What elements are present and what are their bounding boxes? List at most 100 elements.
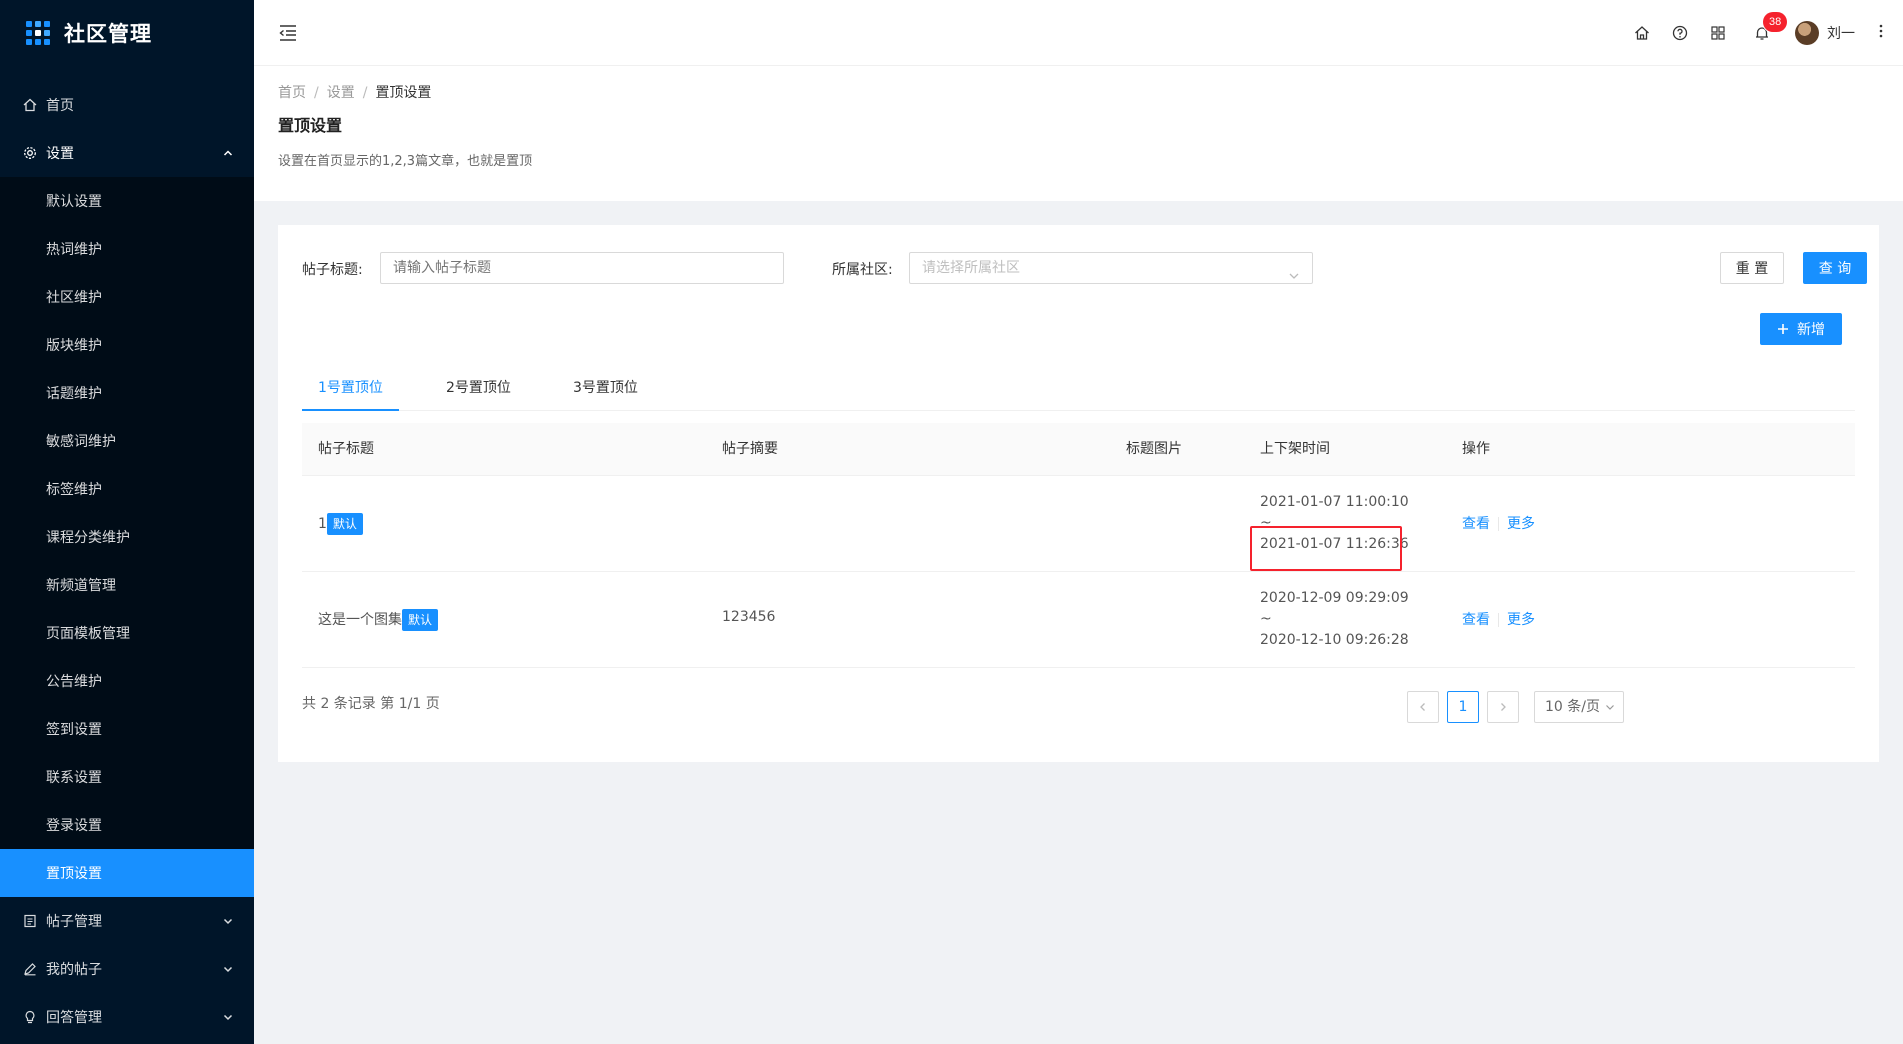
- page-button-1[interactable]: 1: [1447, 691, 1479, 723]
- pinned-posts-table: 帖子标题 帖子摘要 标题图片 上下架时间 操作 1 默认 2021-01-07 1…: [302, 423, 1855, 668]
- sidebar-subitem-community[interactable]: 社区维护: [0, 273, 254, 321]
- column-header: 帖子摘要: [722, 441, 778, 457]
- more-link[interactable]: 更多: [1507, 612, 1535, 628]
- chevron-down-icon: [222, 915, 234, 927]
- chevron-up-icon: [222, 147, 234, 159]
- sidebar-item-label: 我的帖子: [46, 962, 102, 978]
- sidebar-subitem-label: 热词维护: [46, 242, 102, 258]
- page-size-select[interactable]: 10 条/页: [1534, 691, 1624, 723]
- title-filter-label: 帖子标题:: [302, 262, 363, 278]
- time-separator: ~: [1260, 611, 1272, 627]
- bell-icon[interactable]: 38: [1743, 0, 1788, 66]
- gear-icon: [22, 145, 38, 161]
- breadcrumb-current: 置顶设置: [375, 85, 432, 101]
- chevron-right-icon: [1501, 703, 1506, 711]
- column-header: 帖子标题: [318, 441, 374, 457]
- page-header: 首页 / 设置 / 置顶设置 置顶设置 设置在首页显示的1,2,3篇文章，也就是置顶: [254, 66, 1903, 201]
- default-tag: 默认: [326, 513, 363, 535]
- sidebar-item-label: 帖子管理: [46, 914, 102, 930]
- reset-button[interactable]: 重 置: [1720, 252, 1784, 284]
- sidebar-subitem-checkin[interactable]: 签到设置: [0, 705, 254, 753]
- chevron-left-icon: [1420, 703, 1425, 711]
- sidebar: 社区管理 首页 设置 默认设置 热词维护 社区维护 版块维护 话题维护 敏感词维…: [0, 0, 254, 1044]
- breadcrumb-separator: /: [362, 85, 368, 101]
- community-select[interactable]: 请选择所属社区: [909, 252, 1313, 284]
- breadcrumb: 首页 / 设置 / 置顶设置: [278, 82, 1879, 104]
- tab-slot-1[interactable]: 1号置顶位: [302, 365, 399, 411]
- time-end: 2020-12-10 09:26:28: [1260, 632, 1409, 648]
- sidebar-subitem-channels[interactable]: 新频道管理: [0, 561, 254, 609]
- content-card: 帖子标题: 所属社区: 请选择所属社区 重 置 查 询 新增 1号置顶位 2号置…: [278, 225, 1879, 762]
- sidebar-subitem-label: 默认设置: [46, 194, 102, 210]
- sidebar-subitem-sensitive-words[interactable]: 敏感词维护: [0, 417, 254, 465]
- more-link[interactable]: 更多: [1507, 516, 1535, 532]
- home-icon[interactable]: [1623, 0, 1661, 66]
- sidebar-subitem-tags[interactable]: 标签维护: [0, 465, 254, 513]
- app-grid-icon: [26, 21, 50, 45]
- column-header: 标题图片: [1126, 441, 1182, 457]
- sidebar-subitem-default-settings[interactable]: 默认设置: [0, 177, 254, 225]
- title-search-input[interactable]: [380, 252, 784, 284]
- add-button-label: 新增: [1797, 322, 1825, 338]
- user-menu[interactable]: 刘一: [1795, 21, 1855, 45]
- sidebar-subitem-announcements[interactable]: 公告维护: [0, 657, 254, 705]
- sidebar-subitem-hot-words[interactable]: 热词维护: [0, 225, 254, 273]
- sidebar-subitem-topics[interactable]: 话题维护: [0, 369, 254, 417]
- page-title: 置顶设置: [278, 116, 343, 135]
- chevron-down-icon: [222, 1011, 234, 1023]
- actions-cell: 查看 更多: [1462, 609, 1535, 629]
- page-description: 设置在首页显示的1,2,3篇文章，也就是置顶: [278, 154, 533, 169]
- default-tag: 默认: [402, 609, 439, 631]
- post-title: 这是一个图集: [318, 612, 402, 628]
- view-link[interactable]: 查看: [1462, 612, 1490, 628]
- chevron-down-icon: [1606, 705, 1614, 710]
- avatar: [1795, 21, 1819, 45]
- file-text-icon: [22, 913, 38, 929]
- tab-slot-3[interactable]: 3号置顶位: [557, 365, 654, 411]
- action-divider: [1498, 517, 1499, 531]
- sidebar-subitem-label: 页面模板管理: [46, 626, 130, 642]
- reset-button-label: 重 置: [1735, 261, 1769, 277]
- help-icon[interactable]: [1661, 0, 1699, 66]
- column-header: 上下架时间: [1260, 441, 1330, 457]
- sidebar-subitem-label: 课程分类维护: [46, 530, 130, 546]
- logo[interactable]: 社区管理: [0, 0, 254, 66]
- sidebar-item-home[interactable]: 首页: [0, 81, 254, 129]
- sidebar-item-posts[interactable]: 帖子管理: [0, 897, 254, 945]
- sidebar-item-settings[interactable]: 设置: [0, 129, 254, 177]
- sidebar-subitem-pinned[interactable]: 置顶设置: [0, 849, 254, 897]
- next-page-button[interactable]: [1487, 691, 1519, 723]
- tab-slot-2[interactable]: 2号置顶位: [430, 365, 527, 411]
- sidebar-subitem-course-categories[interactable]: 课程分类维护: [0, 513, 254, 561]
- menu-fold-icon[interactable]: [278, 24, 298, 42]
- sidebar-item-my-posts[interactable]: 我的帖子: [0, 945, 254, 993]
- time-range-cell: 2020-12-09 09:29:09 ~ 2020-12-10 09:26:2…: [1260, 588, 1409, 651]
- settings-submenu: 默认设置 热词维护 社区维护 版块维护 话题维护 敏感词维护 标签维护 课程分类…: [0, 177, 254, 897]
- sidebar-subitem-page-templates[interactable]: 页面模板管理: [0, 609, 254, 657]
- pagination-summary: 共 2 条记录 第 1/1 页: [302, 696, 440, 712]
- prev-page-button[interactable]: [1407, 691, 1439, 723]
- post-title-cell: 这是一个图集 默认: [318, 609, 439, 631]
- action-divider: [1498, 613, 1499, 627]
- top-header: 38 刘一: [254, 0, 1903, 66]
- highlight-box: [1250, 526, 1402, 571]
- breadcrumb-settings[interactable]: 设置: [327, 85, 355, 101]
- breadcrumb-home[interactable]: 首页: [278, 85, 306, 101]
- sidebar-subitem-sections[interactable]: 版块维护: [0, 321, 254, 369]
- add-button[interactable]: 新增: [1760, 313, 1842, 345]
- sidebar-subitem-label: 标签维护: [46, 482, 102, 498]
- chevron-down-icon: [222, 963, 234, 975]
- time-start: 2021-01-07 11:00:10: [1260, 494, 1409, 510]
- sidebar-item-answers[interactable]: 回答管理: [0, 993, 254, 1041]
- sidebar-subitem-label: 签到设置: [46, 722, 102, 738]
- sidebar-subitem-contact[interactable]: 联系设置: [0, 753, 254, 801]
- breadcrumb-separator: /: [314, 85, 319, 101]
- sidebar-item-label: 首页: [46, 98, 74, 114]
- sidebar-subitem-label: 敏感词维护: [46, 434, 116, 450]
- more-vertical-icon[interactable]: [1879, 24, 1891, 42]
- community-filter-label: 所属社区:: [832, 262, 893, 278]
- apps-icon[interactable]: [1699, 0, 1737, 66]
- query-button[interactable]: 查 询: [1803, 252, 1867, 284]
- view-link[interactable]: 查看: [1462, 516, 1490, 532]
- sidebar-subitem-login[interactable]: 登录设置: [0, 801, 254, 849]
